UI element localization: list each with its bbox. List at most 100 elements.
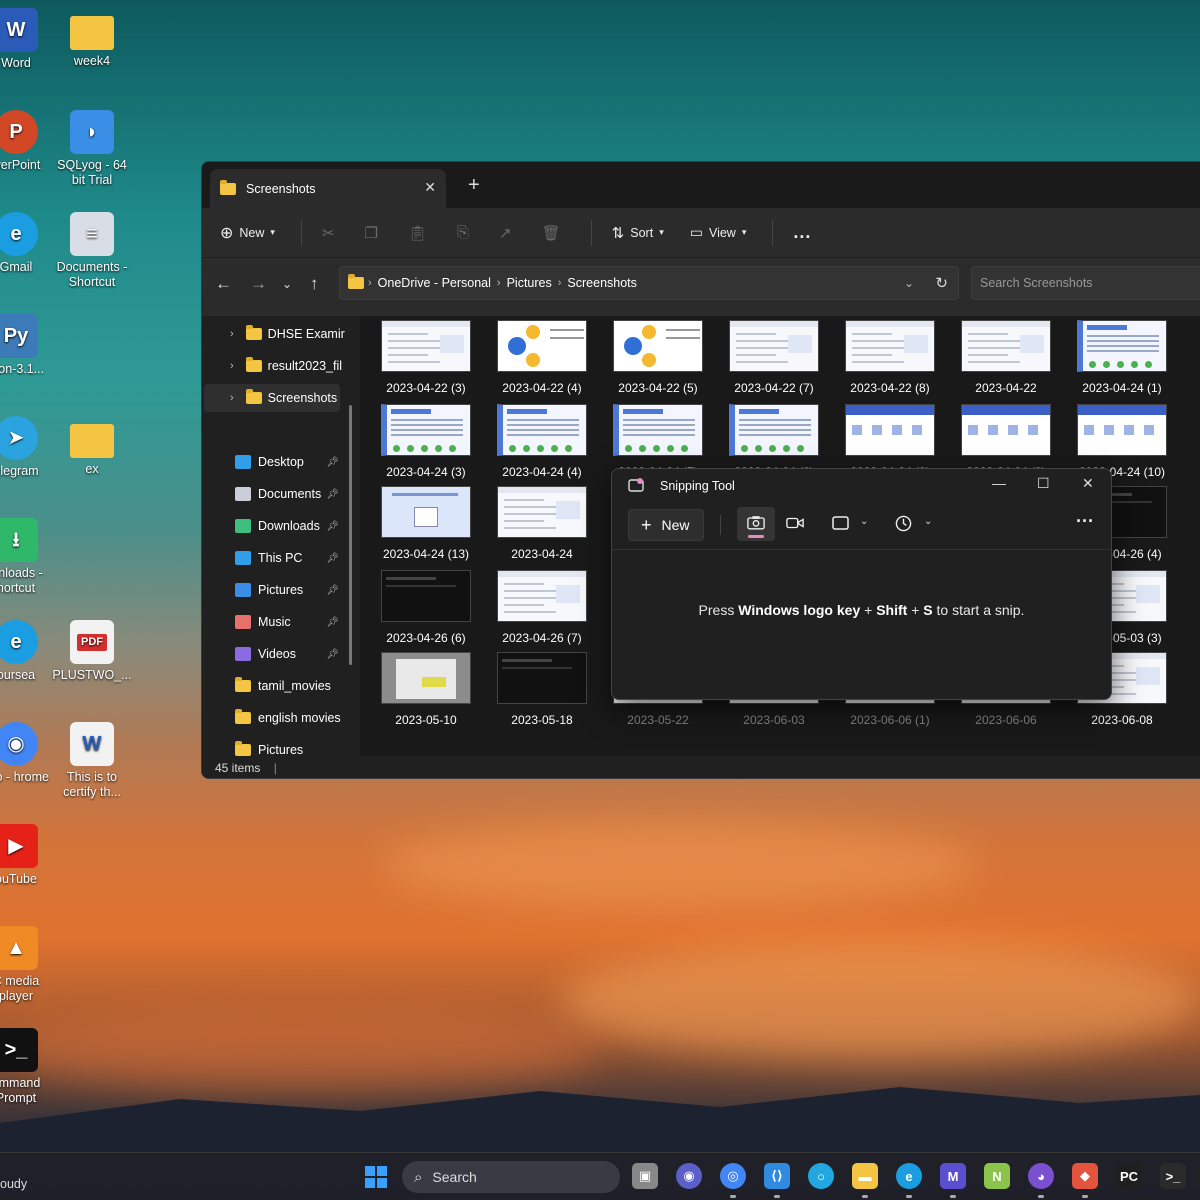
file-thumbnail[interactable]: 2023-04-26 (6) bbox=[370, 570, 482, 645]
nav-item[interactable]: This PC 📌︎ bbox=[202, 544, 347, 572]
address-bar[interactable]: › OneDrive - Personal › Pictures › Scree… bbox=[339, 266, 959, 300]
minimize-icon[interactable]: — bbox=[992, 475, 1006, 491]
maximize-icon[interactable]: ☐ bbox=[1037, 475, 1050, 492]
paste-icon[interactable]: 📋︎ bbox=[408, 224, 427, 242]
start-windows-logo-icon[interactable] bbox=[364, 1165, 388, 1189]
vscode-icon[interactable]: ⟨⟩ bbox=[764, 1163, 790, 1189]
desktop-icon[interactable]: PDF PLUSTWO_... bbox=[52, 620, 132, 683]
share-icon[interactable]: ↗ bbox=[499, 224, 512, 242]
nav-item[interactable]: Downloads 📌︎ bbox=[202, 512, 347, 540]
teams-chat-icon[interactable]: ◉ bbox=[676, 1163, 702, 1189]
desktop-icon[interactable]: e Gmail bbox=[0, 212, 56, 275]
refresh-icon[interactable]: ↻ bbox=[935, 274, 948, 292]
file-thumbnail[interactable]: 2023-04-26 (7) bbox=[486, 570, 598, 645]
new-button[interactable]: ⊕ New ▾ bbox=[220, 223, 275, 243]
nav-item[interactable]: Documents 📌︎ bbox=[202, 480, 347, 508]
expand-chevron-icon[interactable]: › bbox=[230, 328, 234, 340]
cut-icon[interactable]: ✂ bbox=[322, 224, 335, 242]
notepadpp-icon[interactable]: N bbox=[984, 1163, 1010, 1189]
file-thumbnail[interactable]: 2023-04-22 (5) bbox=[602, 320, 714, 395]
desktop-icon[interactable]: W Word bbox=[0, 8, 56, 71]
desktop-icon[interactable]: Py thon-3.1... bbox=[0, 314, 56, 377]
desktop-icon[interactable]: ⭳ wnloads - hortcut bbox=[0, 518, 56, 596]
tab-screenshots[interactable]: Screenshots ✕ bbox=[210, 169, 446, 208]
nav-item[interactable]: Videos 📌︎ bbox=[202, 640, 347, 668]
file-thumbnail[interactable]: 2023-04-24 (1) bbox=[1066, 320, 1178, 395]
file-thumbnail[interactable]: 2023-04-24 (13) bbox=[370, 486, 482, 561]
file-explorer-icon[interactable]: ▬ bbox=[852, 1163, 878, 1189]
close-tab-icon[interactable]: ✕ bbox=[424, 179, 436, 196]
desktop-icon[interactable]: ex bbox=[52, 416, 132, 477]
address-dropdown-chevron-icon[interactable]: ⌄ bbox=[904, 276, 914, 290]
desktop-icon[interactable]: ◗ SQLyog - 64 bit Trial bbox=[52, 110, 132, 188]
file-thumbnail[interactable]: 2023-04-24 bbox=[486, 486, 598, 561]
forward-arrow-icon[interactable]: → bbox=[250, 274, 267, 294]
terminal-icon[interactable]: >_ bbox=[1160, 1163, 1186, 1189]
nav-item[interactable]: Desktop 📌︎ bbox=[202, 448, 347, 476]
nav-item[interactable]: tamil_movies bbox=[202, 672, 347, 700]
sort-button[interactable]: ⇅ Sort ▾ bbox=[612, 224, 664, 242]
rename-icon[interactable]: ⎘ bbox=[457, 224, 469, 241]
desktop-icon[interactable]: ▲ C media player bbox=[0, 926, 56, 1004]
more-options-button[interactable]: ... bbox=[793, 222, 811, 243]
copy-icon[interactable]: ❐ bbox=[365, 224, 378, 242]
desktop-icon[interactable]: >_ommand Prompt bbox=[0, 1028, 56, 1106]
nav-item[interactable]: › DHSE Examir bbox=[202, 320, 347, 348]
file-thumbnail[interactable]: 2023-04-24 (4) bbox=[486, 404, 598, 479]
chevron-down-icon[interactable]: ⌄ bbox=[860, 516, 868, 527]
video-camera-icon[interactable] bbox=[786, 516, 804, 530]
breadcrumb-pictures[interactable]: Pictures bbox=[507, 276, 552, 290]
more-options-icon[interactable]: ··· bbox=[1076, 511, 1094, 532]
cortana-icon[interactable]: ○ bbox=[808, 1163, 834, 1189]
breadcrumb-screenshots[interactable]: Screenshots bbox=[567, 276, 636, 290]
delay-timer-icon[interactable] bbox=[895, 515, 912, 532]
file-thumbnail[interactable]: 2023-04-22 bbox=[950, 320, 1062, 395]
pycharm-icon[interactable]: PC bbox=[1116, 1163, 1142, 1189]
edge-icon[interactable]: e bbox=[896, 1163, 922, 1189]
file-thumbnail[interactable]: 2023-05-10 bbox=[370, 652, 482, 727]
file-thumbnail[interactable]: 2023-04-22 (7) bbox=[718, 320, 830, 395]
desktop-icon[interactable]: e oursea bbox=[0, 620, 56, 683]
desktop-icon[interactable]: PwerPoint bbox=[0, 110, 56, 173]
view-button[interactable]: ▭ View ▾ bbox=[690, 224, 747, 241]
file-thumbnail[interactable]: 2023-04-22 (4) bbox=[486, 320, 598, 395]
screenshot-mode-button[interactable] bbox=[737, 507, 775, 541]
recent-locations-chevron-icon[interactable]: ⌄ bbox=[282, 277, 292, 291]
desktop-icon[interactable]: ≡ Documents - Shortcut bbox=[52, 212, 132, 290]
file-thumbnail[interactable]: 2023-05-18 bbox=[486, 652, 598, 727]
file-thumbnail[interactable]: 2023-04-22 (3) bbox=[370, 320, 482, 395]
snipping-tool-window[interactable]: Snipping Tool — ☐ ✕ + New ⌄ ⌄ ··· Press … bbox=[611, 468, 1112, 700]
delete-icon[interactable]: 🗑︎ bbox=[542, 224, 561, 242]
chrome-icon[interactable]: ◎ bbox=[720, 1163, 746, 1189]
taskbar-search-box[interactable]: ⌕ Search bbox=[402, 1161, 620, 1193]
task-view-icon[interactable]: ▣ bbox=[632, 1163, 658, 1189]
snip-mode-rectangle-icon[interactable] bbox=[832, 516, 850, 532]
expand-chevron-icon[interactable]: › bbox=[230, 392, 234, 404]
weather-widget[interactable]: oudy bbox=[0, 1177, 27, 1191]
desktop-icon[interactable]: ▶ ouTube bbox=[0, 824, 56, 887]
desktop-icon[interactable]: W This is to certify th... bbox=[52, 722, 132, 800]
new-tab-button[interactable]: + bbox=[468, 174, 480, 197]
file-thumbnail[interactable]: 2023-04-22 (8) bbox=[834, 320, 946, 395]
navigation-scrollbar[interactable] bbox=[349, 405, 352, 665]
nav-item[interactable]: › result2023_fil bbox=[202, 352, 347, 380]
close-icon[interactable]: ✕ bbox=[1082, 475, 1094, 492]
nav-item[interactable]: english movies bbox=[202, 704, 347, 732]
github-icon[interactable]: ◕ bbox=[1028, 1163, 1054, 1189]
nav-item[interactable]: Music 📌︎ bbox=[202, 608, 347, 636]
up-arrow-icon[interactable]: ↑ bbox=[310, 274, 319, 294]
back-arrow-icon[interactable]: ← bbox=[215, 274, 232, 294]
chevron-down-icon[interactable]: ⌄ bbox=[924, 516, 932, 527]
nav-item[interactable]: Pictures 📌︎ bbox=[202, 576, 347, 604]
desktop-icon[interactable]: week4 bbox=[52, 8, 132, 69]
search-input[interactable]: Search Screenshots bbox=[971, 266, 1200, 300]
desktop-icon[interactable]: ◉ Lijo - hrome bbox=[0, 722, 56, 785]
desktop-icon[interactable]: ➤ elegram bbox=[0, 416, 56, 479]
new-snip-button[interactable]: + New bbox=[628, 509, 704, 541]
mathpix-icon[interactable]: M bbox=[940, 1163, 966, 1189]
breadcrumb-onedrive[interactable]: OneDrive - Personal bbox=[378, 276, 491, 290]
nav-item[interactable]: › Screenshots bbox=[204, 384, 340, 412]
git-icon[interactable]: ◆ bbox=[1072, 1163, 1098, 1189]
expand-chevron-icon[interactable]: › bbox=[230, 360, 234, 372]
file-thumbnail[interactable]: 2023-04-24 (3) bbox=[370, 404, 482, 479]
